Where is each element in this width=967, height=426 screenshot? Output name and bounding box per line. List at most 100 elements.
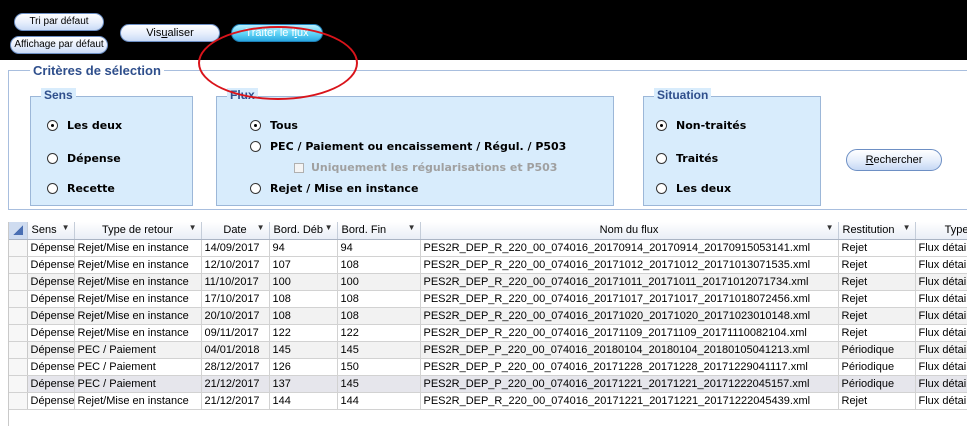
table-cell: 126: [269, 358, 338, 376]
table-row[interactable]: Dépense PEC / Paiement 21/12/2017 137 145 PES…: [9, 375, 967, 393]
dropdown-arrow-icon[interactable]: ▼: [408, 223, 416, 232]
row-selector[interactable]: [9, 341, 28, 359]
table-cell: 17/10/2017: [201, 290, 270, 308]
display-default-button[interactable]: Affichage par défaut: [10, 36, 108, 54]
dropdown-arrow-icon[interactable]: ▼: [189, 223, 197, 232]
table-cell: Rejet/Mise en instance: [74, 273, 202, 291]
dropdown-arrow-icon[interactable]: ▼: [325, 223, 333, 232]
flux-group: Flux Tous PEC / Paiement ou encaissement…: [216, 88, 614, 206]
checkbox-icon[interactable]: [294, 162, 304, 173]
col-header-label: Sens: [31, 224, 57, 237]
table-cell: 94: [337, 239, 421, 257]
row-selector[interactable]: [9, 324, 28, 342]
table-cell: 12/10/2017: [201, 256, 270, 274]
table-cell: 14/09/2017: [201, 239, 270, 257]
table-cell: PES2R_DEP_R_220_00_074016_20171221_20171…: [420, 392, 839, 410]
radio-selected-icon[interactable]: [250, 120, 261, 131]
table-row[interactable]: Dépense Rejet/Mise en instance 09/11/2017 1…: [9, 324, 967, 342]
radio-selected-icon[interactable]: [656, 120, 667, 131]
table-row[interactable]: Dépense Rejet/Mise en instance 11/10/2017 1…: [9, 273, 967, 291]
radio-icon[interactable]: [656, 183, 667, 194]
dropdown-arrow-icon[interactable]: ▼: [257, 223, 265, 232]
sort-default-button[interactable]: Tri par défaut: [14, 13, 104, 31]
sens-option-label: Dépense: [67, 152, 121, 165]
radio-icon[interactable]: [250, 183, 261, 194]
col-header-label: Nom du flux: [599, 224, 659, 237]
dropdown-arrow-icon[interactable]: ▼: [826, 223, 834, 232]
table-cell: Dépense: [27, 256, 75, 274]
table-cell: Périodique: [838, 375, 916, 393]
radio-icon[interactable]: [47, 183, 58, 194]
sens-option-both[interactable]: Les deux: [47, 119, 122, 132]
process-label-a: Traiter le f: [245, 27, 295, 39]
row-selector[interactable]: [9, 290, 28, 308]
table-cell: Dépense: [27, 324, 75, 342]
radio-selected-icon[interactable]: [47, 120, 58, 131]
sens-option-revenue[interactable]: Recette: [47, 182, 115, 195]
table-cell: 145: [337, 341, 421, 359]
radio-icon[interactable]: [250, 141, 261, 152]
dropdown-arrow-icon[interactable]: ▼: [62, 223, 70, 232]
flux-grid: Sens ▼ Type de retour ▼ Date ▼ Bord. Déb ▼ B…: [8, 222, 967, 426]
row-selector[interactable]: [9, 307, 28, 325]
row-selector[interactable]: [9, 273, 28, 291]
table-cell: 28/12/2017: [201, 358, 270, 376]
situation-title: Situation: [654, 88, 712, 102]
visualize-button[interactable]: Visualiser: [120, 24, 220, 42]
flux-option-reject[interactable]: Rejet / Mise en instance: [250, 182, 418, 195]
row-selector[interactable]: [9, 239, 28, 257]
table-cell: PEC / Paiement: [74, 358, 202, 376]
col-header-label: Bord. Déb: [273, 224, 324, 237]
select-all-icon[interactable]: [13, 225, 23, 236]
table-cell: 108: [269, 307, 338, 325]
flux-table: Sens ▼ Type de retour ▼ Date ▼ Bord. Déb ▼ B…: [9, 222, 967, 410]
table-cell: Périodique: [838, 341, 916, 359]
table-cell: Rejet: [838, 239, 916, 257]
table-cell: 144: [269, 392, 338, 410]
table-cell: Dépense: [27, 392, 75, 410]
table-row[interactable]: Dépense Rejet/Mise en instance 12/10/2017 1…: [9, 256, 967, 274]
table-row[interactable]: Dépense PEC / Paiement 28/12/2017 126 150 PES…: [9, 358, 967, 376]
select-all-cell[interactable]: [9, 222, 28, 240]
row-selector[interactable]: [9, 375, 28, 393]
table-cell: Rejet/Mise en instance: [74, 324, 202, 342]
table-cell: 137: [269, 375, 338, 393]
flux-regul-only-checkbox[interactable]: Uniquement les régularisations et P503: [294, 161, 557, 174]
flux-option-pec[interactable]: PEC / Paiement ou encaissement / Régul. …: [250, 140, 566, 153]
radio-icon[interactable]: [47, 153, 58, 164]
col-header-type[interactable]: Type: [915, 222, 967, 240]
col-header-restitution[interactable]: Restitution ▼: [838, 222, 916, 240]
col-header-return-type[interactable]: Type de retour ▼: [74, 222, 202, 240]
row-selector[interactable]: [9, 256, 28, 274]
table-cell: Flux détai: [915, 290, 967, 308]
col-header-bord-deb[interactable]: Bord. Déb ▼: [269, 222, 338, 240]
row-selector[interactable]: [9, 392, 28, 410]
row-selector[interactable]: [9, 358, 28, 376]
table-row[interactable]: Dépense Rejet/Mise en instance 14/09/2017 9…: [9, 239, 967, 257]
col-header-label: Restitution: [842, 224, 895, 237]
col-header-flux-name[interactable]: Nom du flux ▼: [420, 222, 839, 240]
table-row[interactable]: Dépense PEC / Paiement 04/01/2018 145 145 PES…: [9, 341, 967, 359]
table-cell: Rejet/Mise en instance: [74, 307, 202, 325]
sens-option-expense[interactable]: Dépense: [47, 152, 121, 165]
col-header-bord-fin[interactable]: Bord. Fin ▼: [337, 222, 421, 240]
table-row[interactable]: Dépense Rejet/Mise en instance 17/10/2017 1…: [9, 290, 967, 308]
table-cell: Rejet: [838, 307, 916, 325]
situation-option-untreated[interactable]: Non-traités: [656, 119, 746, 132]
table-header-row: Sens ▼ Type de retour ▼ Date ▼ Bord. Déb ▼ B…: [9, 222, 967, 240]
table-cell: 108: [337, 256, 421, 274]
search-button[interactable]: Rechercher: [846, 149, 942, 171]
dropdown-arrow-icon[interactable]: ▼: [903, 223, 911, 232]
radio-icon[interactable]: [656, 153, 667, 164]
table-cell: Rejet: [838, 290, 916, 308]
situation-option-treated[interactable]: Traités: [656, 152, 718, 165]
situation-option-both[interactable]: Les deux: [656, 182, 731, 195]
flux-option-all[interactable]: Tous: [250, 119, 298, 132]
col-header-date[interactable]: Date ▼: [201, 222, 270, 240]
flux-checkbox-label: Uniquement les régularisations et P503: [311, 161, 558, 174]
table-cell: 144: [337, 392, 421, 410]
table-row[interactable]: Dépense Rejet/Mise en instance 21/12/2017 1…: [9, 392, 967, 410]
col-header-sens[interactable]: Sens ▼: [27, 222, 75, 240]
process-flux-button[interactable]: Traiter le flux: [231, 24, 323, 42]
table-row[interactable]: Dépense Rejet/Mise en instance 20/10/2017 1…: [9, 307, 967, 325]
